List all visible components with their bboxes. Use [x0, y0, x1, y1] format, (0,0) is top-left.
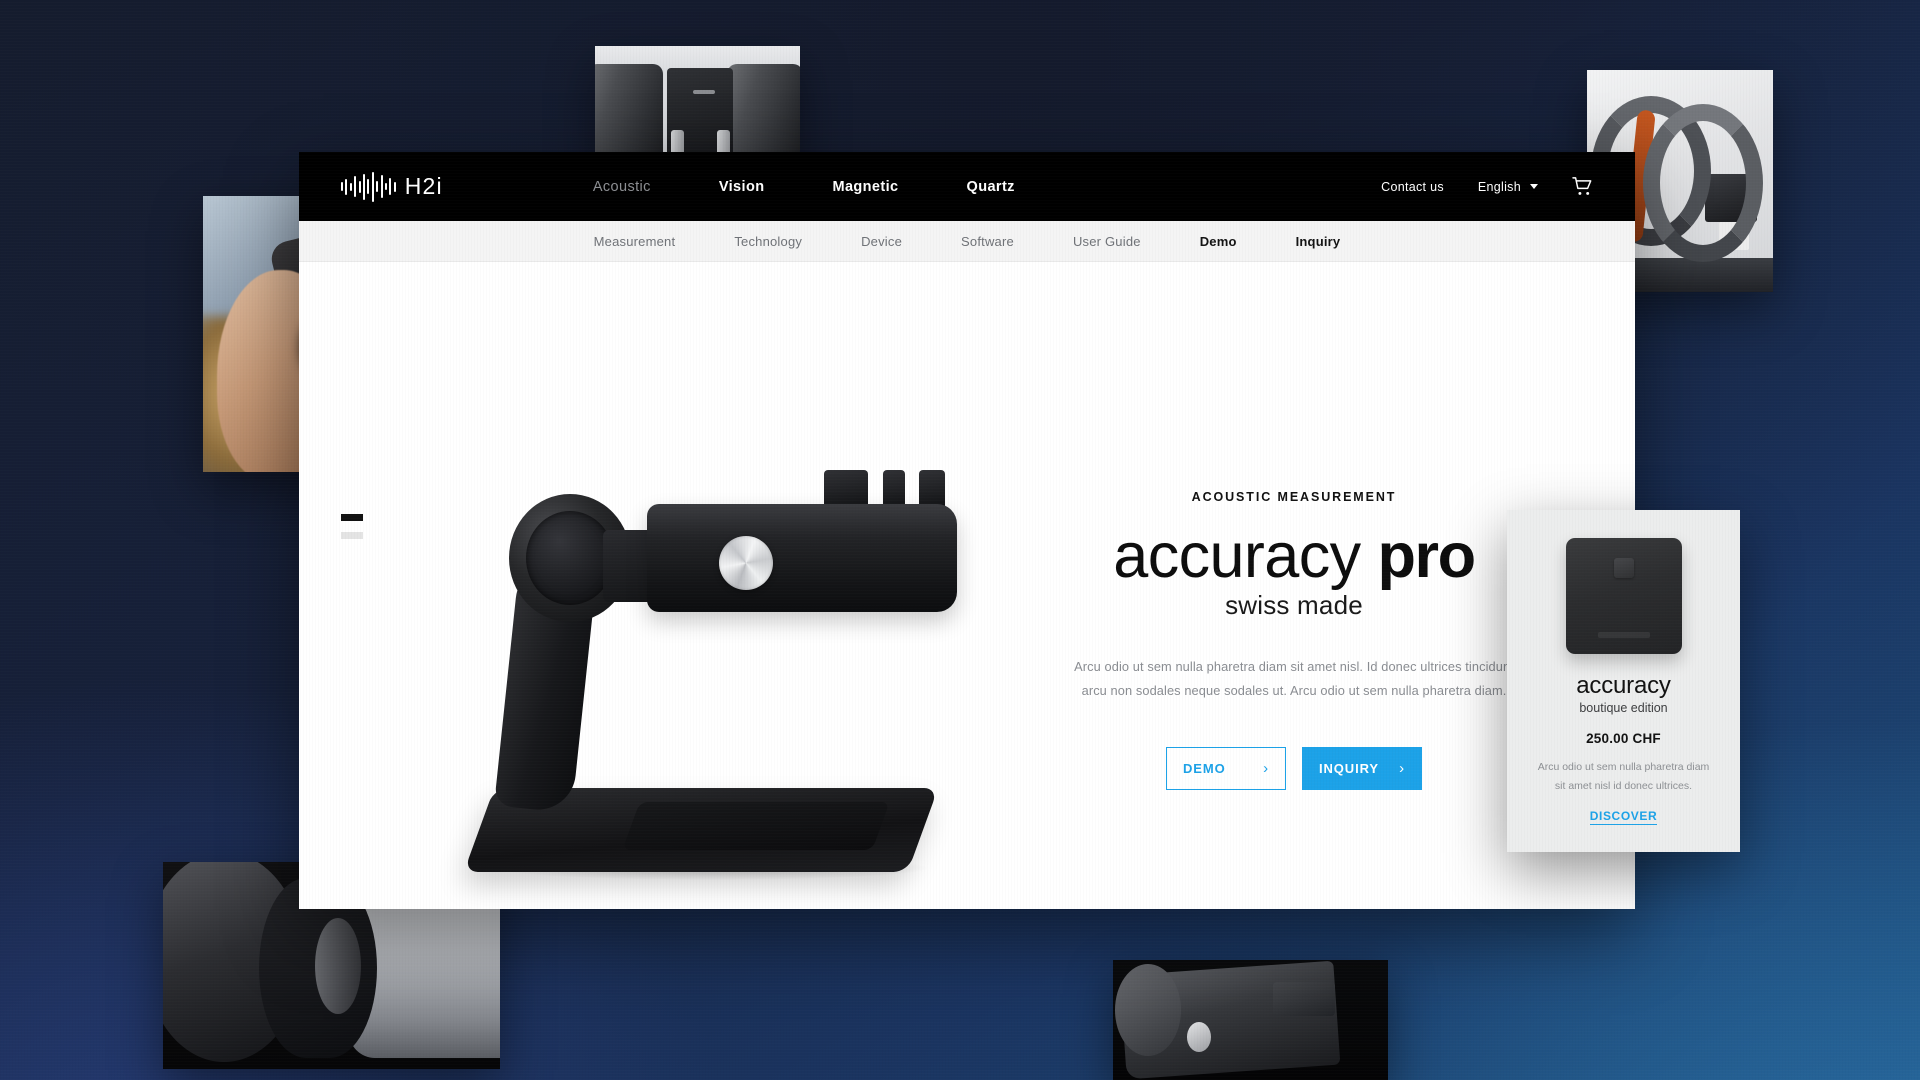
hero-subhead: swiss made [1225, 590, 1363, 621]
subnav-item-technology[interactable]: Technology [734, 234, 802, 249]
product-card-description-line-2: sit amet nisl id donec ultrices. [1554, 780, 1693, 793]
main-menu: Acoustic Vision Magnetic Quartz [593, 179, 1015, 195]
subnav-item-device[interactable]: Device [861, 234, 902, 249]
demo-button[interactable]: DEMO › [1166, 746, 1286, 790]
contact-us-link[interactable]: Contact us [1381, 180, 1444, 194]
nav-item-quartz[interactable]: Quartz [967, 179, 1015, 195]
hero-description: Arcu odio ut sem nulla pharetra diam sit… [1039, 655, 1549, 702]
secondary-navigation-bar: Measurement Technology Device Software U… [299, 221, 1635, 262]
chevron-right-icon: › [1399, 759, 1405, 777]
chevron-down-icon [1530, 184, 1538, 189]
product-card-description-line-1: Arcu odio ut sem nulla pharetra diam [1537, 761, 1710, 773]
hero-eyebrow: ACOUSTIC MEASUREMENT [1191, 490, 1397, 504]
hero-headline-light: accuracy [1113, 521, 1378, 591]
hero-headline-bold: pro [1377, 521, 1476, 591]
hero-description-line-2: arcu non sodales neque sodales ut. Arcu … [1081, 682, 1507, 698]
product-card-subtitle: boutique edition [1579, 701, 1668, 715]
subnav-item-user-guide[interactable]: User Guide [1073, 234, 1141, 249]
inquiry-button-label: INQUIRY [1319, 760, 1379, 776]
product-card-price: 250.00 CHF [1586, 731, 1661, 746]
product-card[interactable]: accuracy boutique edition 250.00 CHF Arc… [1507, 510, 1740, 852]
waveform-icon [341, 171, 396, 202]
nav-utilities: Contact us English [1381, 177, 1593, 196]
chevron-right-icon: › [1263, 759, 1269, 777]
language-selector[interactable]: English [1478, 180, 1538, 194]
subnav-item-demo[interactable]: Demo [1200, 234, 1237, 249]
nav-item-acoustic[interactable]: Acoustic [593, 179, 651, 195]
subnav-item-software[interactable]: Software [961, 234, 1014, 249]
language-label: English [1477, 179, 1521, 194]
demo-button-label: DEMO [1183, 760, 1226, 776]
product-card-description: Arcu odio ut sem nulla pharetra diam sit… [1529, 758, 1718, 797]
hero-headline: accuracy pro [1039, 524, 1549, 588]
hero-description-line-1: Arcu odio ut sem nulla pharetra diam sit… [1074, 659, 1514, 675]
hero-product-image [463, 452, 999, 880]
top-navigation-bar: H2i Acoustic Vision Magnetic Quartz Cont… [299, 152, 1635, 221]
hero-cta-row: DEMO › INQUIRY › [1039, 746, 1549, 790]
website-canvas: H2i Acoustic Vision Magnetic Quartz Cont… [299, 152, 1635, 909]
logo-text: H2i [404, 173, 443, 199]
hero-copy-block: ACOUSTIC MEASUREMENT accuracy pro swiss … [1039, 490, 1549, 790]
nav-item-vision[interactable]: Vision [719, 179, 765, 195]
slider-indicators[interactable] [341, 514, 363, 539]
hero-section: ACOUSTIC MEASUREMENT accuracy pro swiss … [299, 262, 1635, 909]
site-logo[interactable]: H2i [341, 171, 443, 202]
page-backdrop: H2i Acoustic Vision Magnetic Quartz Cont… [0, 0, 1920, 1080]
discover-link[interactable]: DISCOVER [1589, 809, 1658, 825]
inquiry-button[interactable]: INQUIRY › [1302, 746, 1422, 790]
bottom-center-device-closeup-photo [1113, 960, 1388, 1080]
subnav-item-inquiry[interactable]: Inquiry [1296, 234, 1341, 249]
subnav-item-measurement[interactable]: Measurement [594, 234, 676, 249]
nav-item-magnetic[interactable]: Magnetic [832, 179, 898, 195]
shopping-cart-icon[interactable] [1572, 177, 1593, 196]
slider-indicator-active[interactable] [341, 514, 363, 521]
slider-indicator-inactive[interactable] [341, 532, 363, 539]
product-card-image [1565, 538, 1682, 654]
product-card-title: accuracy [1576, 672, 1671, 699]
